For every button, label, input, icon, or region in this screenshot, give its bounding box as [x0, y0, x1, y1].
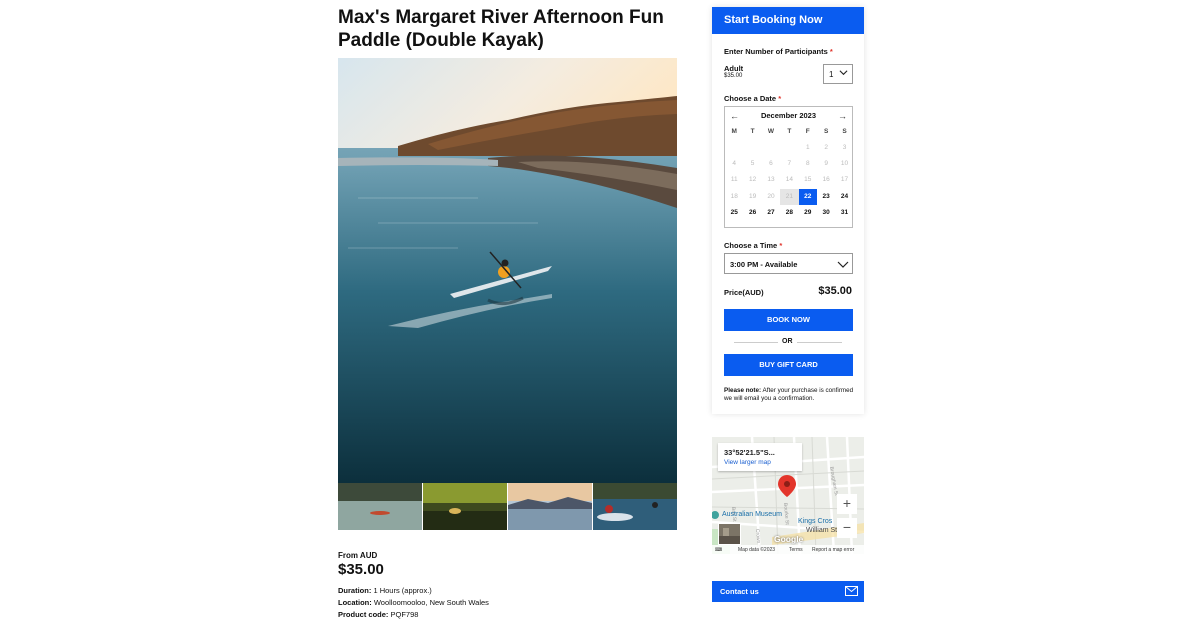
zoom-out-button[interactable]: −	[837, 518, 857, 538]
google-logo: Google	[774, 534, 804, 544]
map-label-kings-cross: Kings Cros	[798, 518, 833, 525]
book-now-button[interactable]: BOOK NOW	[724, 309, 853, 331]
weekday-header: W	[767, 128, 775, 135]
calendar-day[interactable]: 30	[817, 205, 835, 221]
street-view-thumbnail[interactable]	[718, 523, 741, 545]
participants-label: Enter Number of Participants *	[724, 47, 833, 56]
detail-location: Location: Woolloomooloo, New South Wales	[338, 598, 489, 607]
calendar-day: 13	[767, 176, 775, 184]
keyboard-icon[interactable]: ⌨	[715, 547, 722, 553]
calendar-month: December 2023	[760, 111, 817, 120]
weekday-header: S	[823, 128, 829, 135]
thumbnail-4[interactable]	[593, 483, 677, 530]
calendar-day[interactable]: 27	[762, 205, 780, 221]
calendar-day: 1	[805, 144, 810, 151]
calendar-day: 21	[780, 188, 799, 205]
calendar-day: 4	[732, 160, 736, 168]
detail-duration: Duration: 1 Hours (approx.)	[338, 586, 432, 595]
calendar-day: 11	[730, 176, 738, 184]
contact-us-button[interactable]: Contact us	[712, 581, 864, 602]
calendar-day: 17	[840, 176, 849, 184]
calendar-day: 6	[769, 160, 773, 168]
weekday-header: T	[787, 128, 792, 135]
calendar-day[interactable]: 25	[725, 205, 743, 221]
calendar-day[interactable]: 24	[835, 189, 853, 205]
calendar: ← December 2023 → M T W T F S S 1 2 3 4 5 6 7 8 9 10 11 12…	[724, 106, 853, 228]
weekday-header: T	[750, 128, 755, 135]
calendar-blank	[725, 140, 743, 156]
price-value: $35.00	[818, 285, 852, 297]
product-summary: From AUD $35.00 Duration: 1 Hours (appro…	[338, 551, 678, 621]
price-label: Price(AUD)	[724, 288, 764, 297]
zoom-in-button[interactable]: +	[837, 494, 857, 514]
calendar-day: 10	[840, 160, 849, 168]
map-data-text: Map data ©2023	[738, 547, 776, 553]
calendar-day: 20	[767, 192, 775, 200]
calendar-grid: M T W T F S S 1 2 3 4 5 6 7 8 9 10 11 12 13 14 15 16 17 18 19 20 21…	[725, 124, 852, 221]
calendar-day: 18	[730, 192, 738, 200]
calendar-day: 12	[748, 176, 757, 184]
calendar-day: 19	[748, 192, 757, 200]
calendar-day[interactable]: 28	[780, 205, 798, 221]
calendar-blank	[743, 140, 761, 156]
calendar-day[interactable]: 23	[817, 189, 835, 205]
contact-us-label: Contact us	[720, 587, 759, 596]
product-price: $35.00	[338, 561, 384, 578]
weekday-header: M	[731, 128, 737, 135]
product-title: Max's Margaret River Afternoon Fun Paddl…	[338, 7, 664, 51]
report-map-error-link[interactable]: Report a map error	[812, 547, 854, 553]
map-coordinates: 33°52'21.5"S...	[724, 448, 775, 457]
calendar-day[interactable]: 22	[798, 188, 817, 205]
weekday-header: S	[842, 128, 847, 135]
chevron-down-icon	[839, 70, 848, 76]
time-label: Choose a Time *	[724, 241, 783, 250]
buy-gift-card-button[interactable]: BUY GIFT CARD	[724, 354, 853, 376]
view-larger-map-link[interactable]: View larger map	[724, 459, 796, 466]
calendar-blank	[762, 140, 780, 156]
location-map[interactable]: Brougham St Bay St Crown St Bourke St 33…	[712, 437, 864, 554]
calendar-day: 2	[824, 144, 828, 151]
thumbnail-3[interactable]	[508, 483, 592, 530]
map-info-card: 33°52'21.5"S... View larger map	[718, 443, 802, 471]
booking-header: Start Booking Now	[712, 7, 864, 34]
calendar-day: 14	[785, 176, 793, 184]
detail-product-code: Product code: PQF798	[338, 610, 419, 619]
chevron-down-icon	[837, 261, 849, 268]
calendar-day: 7	[787, 160, 792, 168]
calendar-day[interactable]: 31	[835, 205, 853, 221]
time-select[interactable]: 3:00 PM - Available	[724, 253, 853, 274]
calendar-day[interactable]: 26	[743, 205, 761, 221]
purchase-note: Please note: After your purchase is conf…	[724, 387, 854, 402]
weekday-header: F	[805, 128, 810, 135]
hero-image-kayaker[interactable]	[338, 58, 677, 483]
calendar-blank	[780, 140, 798, 156]
calendar-day: 8	[805, 160, 810, 168]
thumbnail-strip	[338, 483, 677, 530]
from-label: From AUD	[338, 551, 378, 560]
calendar-day: 3	[842, 144, 847, 151]
or-divider: OR	[734, 338, 842, 348]
thumbnail-2[interactable]	[423, 483, 507, 530]
map-terms-link[interactable]: Terms	[789, 547, 803, 553]
calendar-day[interactable]: 29	[799, 205, 817, 221]
mail-icon	[845, 586, 858, 596]
participant-type: Adult	[724, 64, 744, 73]
calendar-day: 5	[750, 160, 755, 168]
calendar-day: 9	[824, 160, 828, 168]
prev-month-arrow-icon[interactable]: ←	[730, 111, 739, 121]
booking-panel: Start Booking Now Enter Number of Partic…	[712, 7, 864, 414]
map-label-william-st: William St	[806, 527, 838, 534]
thumbnail-1[interactable]	[338, 483, 422, 530]
participant-price: $35.00	[724, 73, 743, 79]
calendar-day: 16	[822, 176, 830, 184]
next-month-arrow-icon[interactable]: →	[838, 111, 847, 121]
calendar-header: ← December 2023 →	[725, 107, 852, 124]
quantity-select[interactable]: 1	[823, 64, 853, 84]
map-footer: ⌨ Map data ©2023 Terms Report a map erro…	[712, 545, 864, 554]
calendar-day: 15	[804, 176, 812, 184]
map-label-museum: Australian Museum	[722, 511, 782, 518]
date-label: Choose a Date *	[724, 94, 782, 103]
